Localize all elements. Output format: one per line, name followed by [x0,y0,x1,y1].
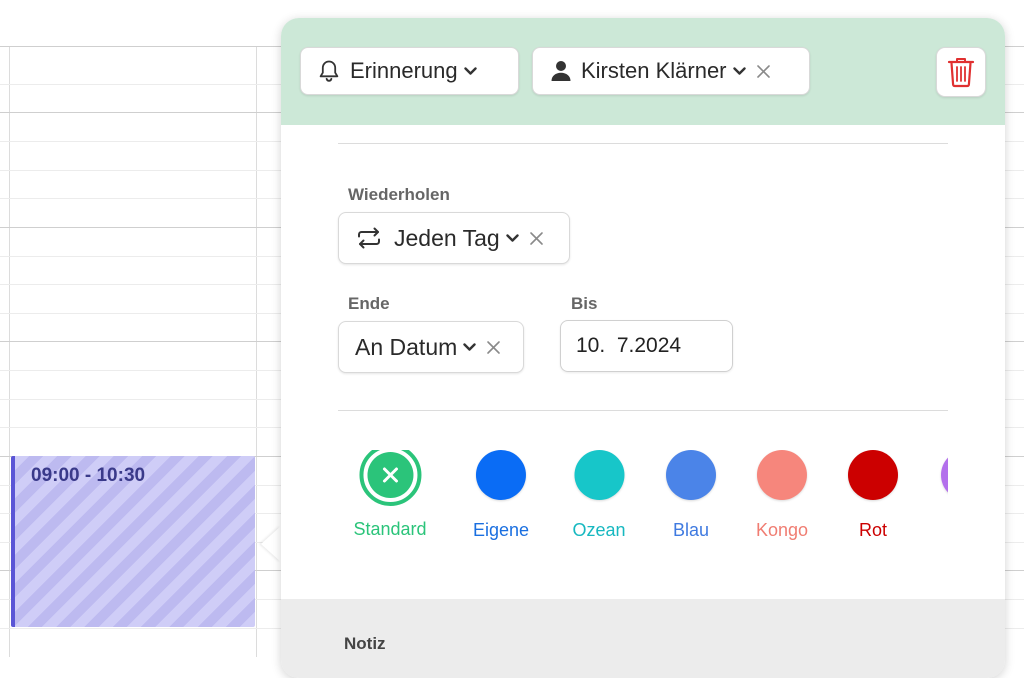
assignee-label: Kirsten Klärner [581,58,727,83]
section-divider [338,143,948,144]
popover-arrow [261,526,281,562]
event-time: 09:00 - 10:30 [31,465,146,486]
color-picker: Standard Eigene Ozean Blau Kongo Rot M [281,450,948,560]
color-swatch-ozean[interactable]: Ozean [572,450,626,541]
color-circle [941,450,948,500]
assignee-dropdown[interactable]: Kirsten Klärner [532,47,810,95]
until-label: Bis [571,294,598,313]
trash-icon [947,56,975,88]
until-date-value: 10. 7.2024 [576,334,682,357]
color-circle [476,450,526,500]
calendar-event[interactable]: 09:00 - 10:30 [11,456,255,627]
bell-icon [318,59,340,83]
repeat-dropdown[interactable]: Jeden Tag [338,212,570,264]
color-label: Kongo [755,520,809,540]
color-swatch-rot[interactable]: Rot [848,450,898,541]
clear-assignee-icon[interactable] [756,64,771,79]
repeat-icon [356,227,382,249]
color-swatch-partial[interactable]: M [941,450,948,541]
chevron-down-icon [506,233,519,243]
color-label: Standard [353,519,427,539]
repeat-label: Wiederholen [348,185,450,204]
color-circle [666,450,716,500]
color-swatch-eigene[interactable]: Eigene [473,450,529,541]
popover-header: Erinnerung Kirsten Klärner [281,18,1005,125]
selected-color-ring [359,450,421,506]
section-divider [338,410,948,411]
color-circle [757,450,807,500]
delete-button[interactable] [936,47,986,97]
day-column-divider [9,46,10,657]
note-label: Notiz [344,634,386,653]
end-dropdown[interactable]: An Datum [338,321,524,373]
color-label: Blau [672,520,710,540]
repeat-value: Jeden Tag [394,224,500,251]
person-icon [551,60,571,82]
color-label: Eigene [472,520,530,540]
note-section: Notiz [281,599,1005,678]
color-swatch-standard[interactable]: Standard [353,450,427,540]
chevron-down-icon [463,66,477,76]
chevron-down-icon [732,66,746,76]
color-swatch-blau[interactable]: Blau [666,450,716,541]
color-label: Ozean [572,520,626,540]
chevron-down-icon [463,342,476,352]
day-column-divider [256,46,257,657]
clear-end-icon[interactable] [486,340,501,355]
color-circle [848,450,898,500]
event-editor-popover: Erinnerung Kirsten Klärner Wiederholen J… [281,18,1005,678]
end-value: An Datum [355,333,458,360]
color-swatch-kongo[interactable]: Kongo [756,450,808,541]
color-label: Rot [858,520,887,540]
clear-repeat-icon[interactable] [529,231,544,246]
close-circle-icon [367,452,413,498]
end-label: Ende [348,294,390,313]
until-date-input[interactable]: 10. 7.2024 [560,320,733,372]
reminder-label: Erinnerung [350,58,458,83]
reminder-dropdown[interactable]: Erinnerung [300,47,519,95]
color-circle [573,450,624,500]
